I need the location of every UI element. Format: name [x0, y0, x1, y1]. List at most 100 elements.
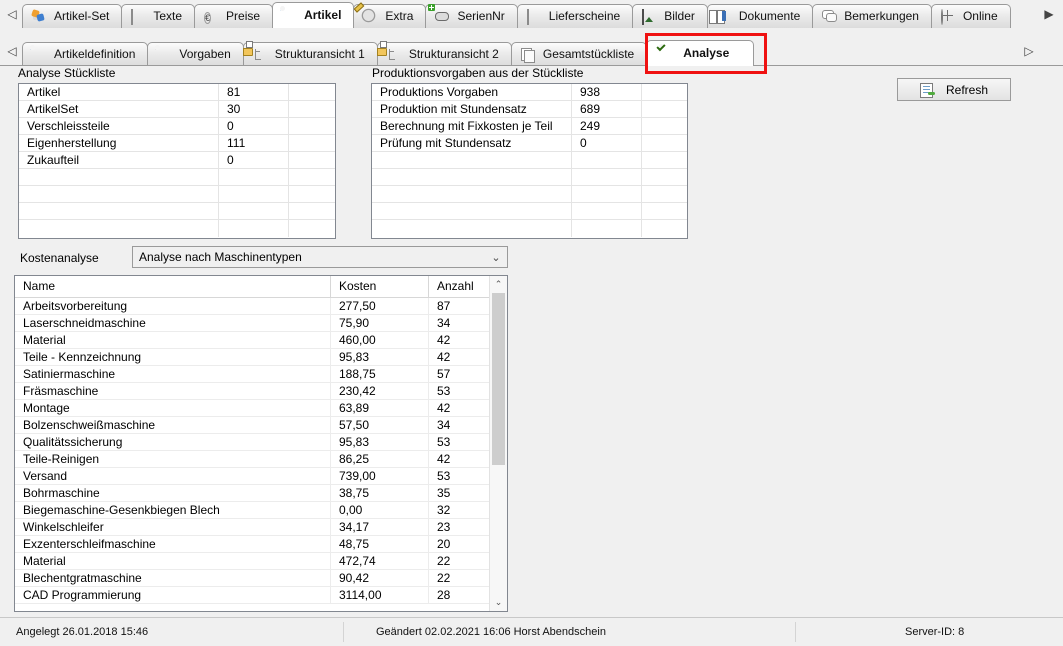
scrollbar-track[interactable] [490, 293, 507, 594]
table-row[interactable]: Material 472,74 22 [15, 553, 490, 570]
table-row[interactable] [19, 169, 335, 186]
table-row[interactable]: Teile-Reinigen 86,25 42 [15, 451, 490, 468]
tab-seriennr[interactable]: SerienNr [425, 3, 518, 28]
image-icon [642, 8, 658, 25]
row-value: 81 [219, 84, 289, 100]
column-header-kosten[interactable]: Kosten [331, 276, 429, 297]
table-row[interactable]: Zukaufteil 0 [19, 152, 335, 169]
table-row[interactable] [372, 186, 687, 203]
tab-preise[interactable]: € Preise [194, 4, 274, 28]
subtab-strukturansicht-2[interactable]: Strukturansicht 2 [376, 40, 512, 66]
table-row[interactable]: Bohrmaschine 38,75 35 [15, 485, 490, 502]
analyse-stueckliste-grid[interactable]: Artikel 81 ArtikelSet 30 Verschleissteil… [18, 83, 336, 239]
cell-kosten: 95,83 [331, 434, 429, 451]
cell-name: Teile - Kennzeichnung [15, 349, 331, 366]
cell-anzahl: 34 [429, 417, 490, 434]
table-row[interactable]: Bolzenschweißmaschine 57,50 34 [15, 417, 490, 434]
table-row[interactable] [19, 186, 335, 203]
table-row[interactable]: Montage 63,89 42 [15, 400, 490, 417]
row-label: Eigenherstellung [19, 135, 219, 151]
row-value [219, 169, 289, 185]
row-value [219, 203, 289, 219]
table-row[interactable]: Fräsmaschine 230,42 53 [15, 383, 490, 400]
table-row[interactable]: CAD Programmierung 3114,00 28 [15, 587, 490, 604]
table-row[interactable]: Prüfung mit Stundensatz 0 [372, 135, 687, 152]
subtab-label: Strukturansicht 1 [274, 47, 365, 61]
kostenanalyse-select[interactable]: Analyse nach Maschinentypen ⌄ [132, 246, 508, 268]
column-header-name[interactable]: Name [15, 276, 331, 297]
row-value [572, 186, 642, 202]
application-window: ◁ Artikel-Set Texte € Preise Artikel Ext… [0, 0, 1063, 646]
subtab-label: Vorgaben [179, 47, 231, 61]
tree-folder-icon [376, 40, 403, 62]
subtab-vorgaben[interactable]: Vorgaben [147, 42, 244, 66]
status-server-id: Server-ID: 8 [905, 626, 965, 638]
subtab-analyse[interactable]: Analyse [646, 40, 755, 66]
subtab-strukturansicht-1[interactable]: Strukturansicht 1 [242, 40, 378, 66]
row-value [572, 220, 642, 237]
tab-bilder[interactable]: Bilder [632, 4, 708, 28]
tab-extra[interactable]: Extra [353, 1, 427, 28]
table-row[interactable]: Satiniermaschine 188,75 57 [15, 366, 490, 383]
table-row[interactable]: Versand 739,00 53 [15, 468, 490, 485]
table-row[interactable] [19, 220, 335, 237]
tab-texte[interactable]: Texte [121, 4, 196, 28]
tab-scroll-right-icon[interactable]: ▶ [1041, 6, 1057, 22]
primary-tabs: Artikel-Set Texte € Preise Artikel Extra… [22, 0, 1041, 28]
table-row[interactable] [372, 220, 687, 237]
book-icon [708, 9, 733, 24]
gear-blue-icon [32, 48, 48, 62]
table-row[interactable]: Laserschneidmaschine 75,90 34 [15, 315, 490, 332]
table-row[interactable]: ArtikelSet 30 [19, 101, 335, 118]
kostenanalyse-table[interactable]: Name Kosten Anzahl Arbeitsvorbereitung 2… [14, 275, 508, 612]
row-spare [642, 152, 687, 168]
status-changed: Geändert 02.02.2021 16:06 Horst Abendsch… [376, 626, 606, 638]
table-row[interactable] [19, 203, 335, 220]
cell-name: Biegemaschine-Gesenkbiegen Blech [15, 502, 331, 519]
table-row[interactable] [372, 152, 687, 169]
subtab-scroll-left-icon[interactable]: ◁ [4, 43, 20, 59]
table-row[interactable]: Qualitätssicherung 95,83 53 [15, 434, 490, 451]
table-row[interactable]: Winkelschleifer 34,17 23 [15, 519, 490, 536]
table-row[interactable]: Arbeitsvorbereitung 277,50 87 [15, 298, 490, 315]
table-row[interactable]: Verschleissteile 0 [19, 118, 335, 135]
table-row[interactable]: Artikel 81 [19, 84, 335, 101]
right-panel-title: Produktionsvorgaben aus der Stückliste [372, 66, 584, 80]
row-label [19, 186, 219, 202]
tab-label: Preise [226, 9, 261, 23]
table-row[interactable]: Eigenherstellung 111 [19, 135, 335, 152]
subtab-artikeldefinition[interactable]: Artikeldefinition [22, 42, 149, 66]
table-row[interactable] [372, 203, 687, 220]
subtab-scroll-right-icon[interactable]: ▷ [1021, 43, 1037, 59]
table-row[interactable]: Produktion mit Stundensatz 689 [372, 101, 687, 118]
produktionsvorgaben-grid[interactable]: Produktions Vorgaben 938 Produktion mit … [371, 83, 688, 239]
tab-artikel-set[interactable]: Artikel-Set [22, 4, 123, 28]
gear-grey-icon [157, 48, 173, 62]
scroll-up-icon[interactable]: ⌃ [490, 276, 507, 293]
tab-artikel[interactable]: Artikel [272, 2, 355, 28]
table-row[interactable]: Berechnung mit Fixkosten je Teil 249 [372, 118, 687, 135]
scrollbar-thumb[interactable] [492, 293, 505, 465]
cell-anzahl: 42 [429, 349, 490, 366]
row-label: Artikel [19, 84, 219, 100]
table-row[interactable]: Exzenterschleifmaschine 48,75 20 [15, 536, 490, 553]
table-row[interactable]: Produktions Vorgaben 938 [372, 84, 687, 101]
refresh-button[interactable]: Refresh [897, 78, 1011, 101]
table-vertical-scrollbar[interactable]: ⌃ ⌄ [489, 276, 507, 611]
tab-scroll-left-icon[interactable]: ◁ [4, 6, 20, 22]
tab-online[interactable]: Online [930, 4, 1011, 28]
tab-label: Bemerkungen [844, 9, 919, 23]
subtab-gesamtstueckliste[interactable]: Gesamtstückliste [510, 42, 648, 66]
table-row[interactable]: Blechentgratmaschine 90,42 22 [15, 570, 490, 587]
scroll-down-icon[interactable]: ⌄ [490, 594, 507, 611]
kostenanalyse-label: Kostenanalyse [20, 251, 99, 265]
table-row[interactable]: Material 460,00 42 [15, 332, 490, 349]
cell-anzahl: 42 [429, 400, 490, 417]
tab-lieferscheine[interactable]: Lieferscheine [516, 4, 634, 28]
table-row[interactable]: Biegemaschine-Gesenkbiegen Blech 0,00 32 [15, 502, 490, 519]
table-row[interactable]: Teile - Kennzeichnung 95,83 42 [15, 349, 490, 366]
chevron-down-icon[interactable]: ⌄ [485, 251, 507, 264]
table-row[interactable] [372, 169, 687, 186]
tab-dokumente[interactable]: Dokumente [706, 4, 814, 28]
tab-bemerkungen[interactable]: Bemerkungen [812, 4, 932, 28]
